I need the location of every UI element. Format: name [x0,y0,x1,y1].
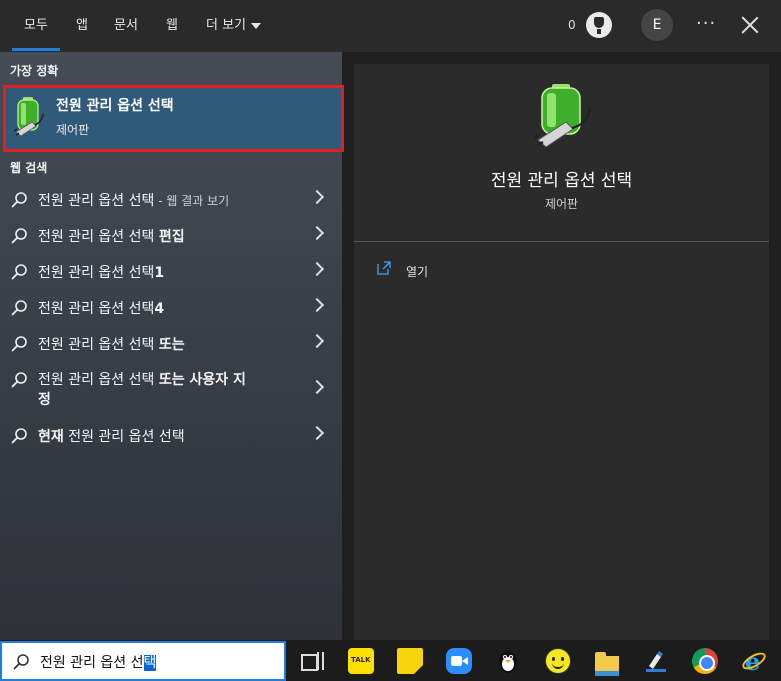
web-search-heading: 웹 검색 [10,161,48,175]
chevron-right-icon [309,333,325,349]
file-explorer-icon[interactable] [594,648,620,676]
search-input[interactable]: 전원 관리 옵션 선택 [0,641,286,681]
web-result-item[interactable]: 전원 관리 옵션 선택 또는 사용자 지정 [0,361,342,411]
pen-app-icon[interactable] [643,648,669,674]
zoom-icon[interactable] [446,648,472,674]
sticky-notes-icon[interactable] [397,648,423,674]
search-icon [11,336,27,352]
battery-plug-icon [13,97,44,137]
close-icon[interactable] [741,16,759,34]
tab-web[interactable]: 웹 [166,0,178,52]
web-result-item[interactable]: 전원 관리 옵션 선택4 [0,289,342,325]
preview-pane: 전원 관리 옵션 선택 제어판 열기 [354,64,769,640]
best-match-title: 전원 관리 옵션 선택 [56,98,174,114]
search-icon [13,654,29,670]
tab-all[interactable]: 모두 [12,0,60,52]
chevron-right-icon [309,225,325,241]
chrome-icon[interactable] [692,648,718,674]
search-window: 모두 앱 문서 웹 더 보기 0 E ··· 가장 정확 전원 관리 옵션 선택… [0,0,781,681]
preview-subtitle: 제어판 [544,197,579,211]
web-result-item[interactable]: 현재 전원 관리 옵션 선택 [0,417,342,453]
penguin-icon[interactable] [495,648,521,674]
best-match-subtitle: 제어판 [56,123,90,137]
caret-down-icon [251,22,262,29]
best-match-item[interactable]: 전원 관리 옵션 선택 제어판 [3,85,344,152]
chevron-right-icon [309,261,325,277]
internet-explorer-icon[interactable]: e [741,648,767,674]
best-match-heading: 가장 정확 [10,64,59,78]
preview-title: 전원 관리 옵션 선택 [490,171,633,191]
web-result-item[interactable]: 전원 관리 옵션 선택1 [0,253,342,289]
web-result-item[interactable]: 전원 관리 옵션 선택 - 웹 결과 보기 [0,181,342,217]
tab-apps[interactable]: 앱 [76,0,88,52]
preview-divider [354,241,769,242]
search-icon [11,428,27,444]
open-icon[interactable] [377,261,391,275]
web-result-item[interactable]: 전원 관리 옵션 선택 편집 [0,217,342,253]
avatar[interactable]: E [641,9,673,41]
results-pane: 가장 정확 전원 관리 옵션 선택 제어판 웹 검색 전원 관리 옵션 선택 -… [0,52,344,640]
more-options-icon[interactable]: ··· [696,13,716,34]
open-action[interactable]: 열기 [406,263,428,280]
smiley-icon[interactable] [545,648,571,674]
tab-documents[interactable]: 문서 [114,0,138,52]
task-view-icon[interactable] [298,648,324,674]
chevron-right-icon [309,379,325,395]
trophy-icon[interactable] [586,12,612,38]
rewards-counter: 0 [568,18,576,32]
kakaotalk-icon[interactable]: TALK [348,648,374,674]
search-icon [11,300,27,316]
top-tab-bar: 모두 앱 문서 웹 더 보기 0 E ··· [0,0,781,52]
web-result-item[interactable]: 전원 관리 옵션 선택 또는 [0,325,342,361]
svg-text:e: e [745,648,760,674]
search-icon [11,228,27,244]
battery-plug-icon [533,84,592,148]
search-icon [11,192,27,208]
search-icon [11,264,27,280]
search-icon [11,372,27,388]
chevron-right-icon [309,425,325,441]
chevron-right-icon [309,297,325,313]
chevron-right-icon [309,189,325,205]
tab-more[interactable]: 더 보기 [206,0,262,52]
taskbar: 전원 관리 옵션 선택 TALK e [0,640,781,681]
